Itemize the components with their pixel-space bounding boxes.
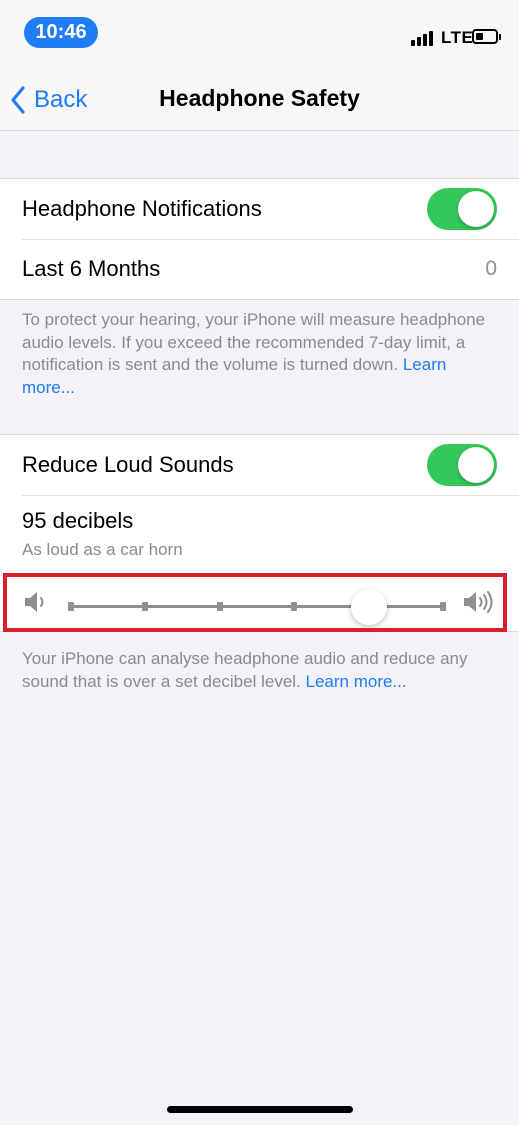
- battery-icon: [472, 29, 501, 44]
- reduce-loud-sounds-footer: Your iPhone can analyse headphone audio …: [22, 648, 492, 693]
- reduce-loud-sounds-group: Reduce Loud Sounds 95 decibels As loud a…: [0, 434, 519, 632]
- volume-low-icon: [25, 592, 44, 612]
- decibel-level-description: As loud as a car horn: [22, 540, 183, 559]
- network-type: LTE: [441, 28, 474, 47]
- learn-more-link-2[interactable]: Learn more...: [306, 672, 407, 691]
- notifications-group: Headphone Notifications Last 6 Months 0: [0, 178, 519, 300]
- reduce-loud-sounds-row: Reduce Loud Sounds: [0, 435, 519, 495]
- last-6-months-value: 0: [485, 257, 497, 280]
- toggle-knob: [458, 191, 494, 227]
- toggle-knob: [458, 447, 494, 483]
- navigation-bar: Back Headphone Safety: [0, 70, 519, 131]
- status-time[interactable]: 10:46: [24, 17, 98, 48]
- reduce-loud-sounds-label: Reduce Loud Sounds: [22, 452, 234, 477]
- headphone-notifications-row: Headphone Notifications: [0, 179, 519, 239]
- signal-icon: [411, 30, 437, 46]
- decibel-level-row: 95 decibels As loud as a car horn: [0, 495, 519, 573]
- slider-tick: [68, 602, 74, 611]
- notifications-footer: To protect your hearing, your iPhone wil…: [22, 309, 492, 399]
- decibel-level-label: 95 decibels: [22, 508, 134, 533]
- decibel-slider-thumb[interactable]: [350, 589, 387, 625]
- slider-tick: [142, 602, 149, 611]
- slider-tick: [440, 602, 446, 611]
- headphone-notifications-toggle[interactable]: [427, 188, 497, 230]
- status-bar: 10:46 LTE: [0, 0, 519, 70]
- headphone-notifications-label: Headphone Notifications: [22, 196, 262, 221]
- decibel-slider-track[interactable]: [68, 589, 446, 625]
- volume-high-icon: [464, 591, 493, 613]
- decibel-slider-row: [0, 573, 519, 631]
- last-6-months-row[interactable]: Last 6 Months 0: [0, 239, 519, 299]
- last-6-months-label: Last 6 Months: [22, 256, 161, 281]
- reduce-loud-sounds-toggle[interactable]: [427, 444, 497, 486]
- home-indicator[interactable]: [167, 1106, 353, 1113]
- slider-tick: [216, 602, 223, 611]
- page-title: Headphone Safety: [159, 85, 360, 111]
- slider-tick: [291, 602, 298, 611]
